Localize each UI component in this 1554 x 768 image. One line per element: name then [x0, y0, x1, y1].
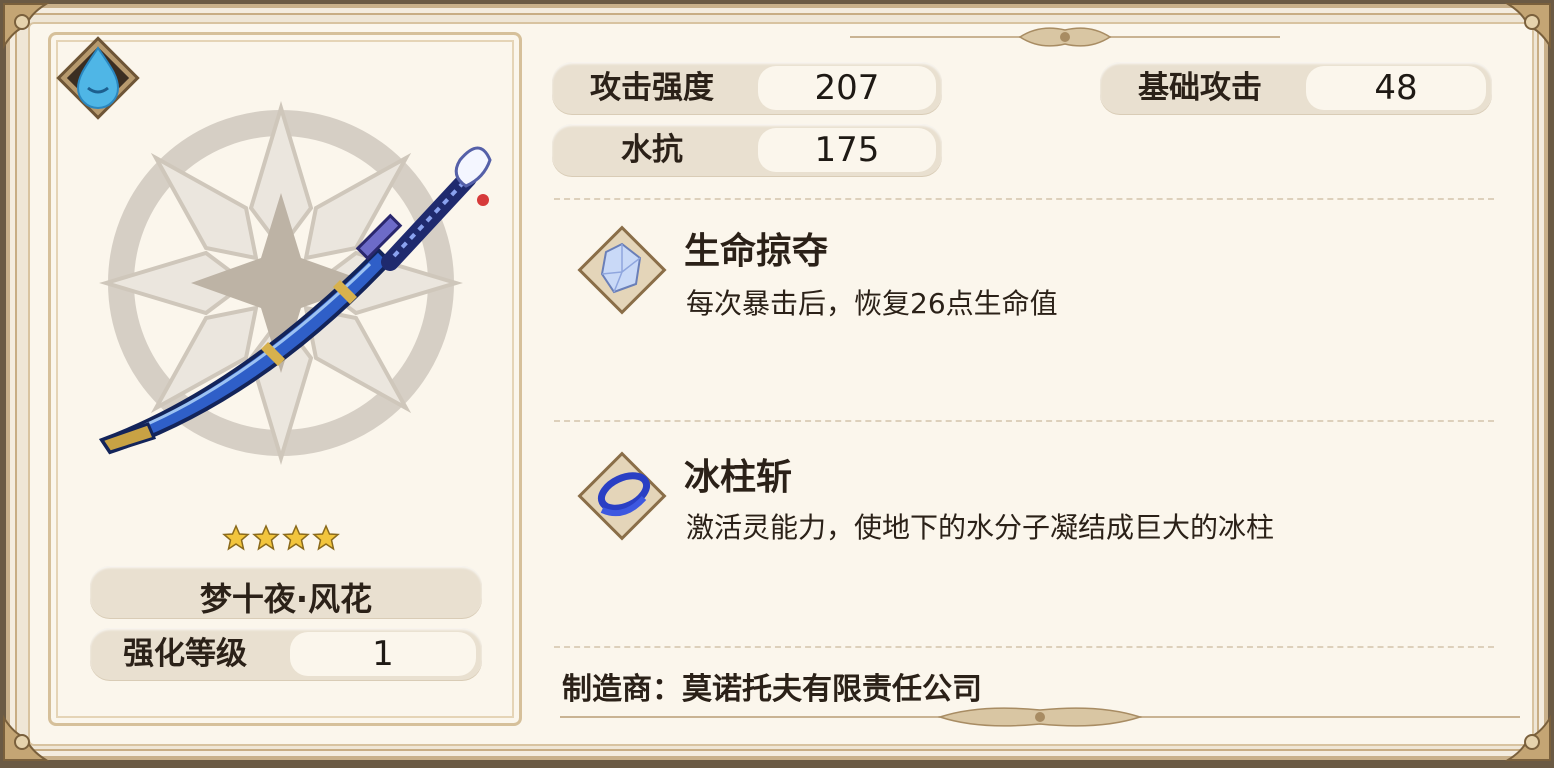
base-attack-value: 48 — [1374, 68, 1418, 108]
enhance-level-pill: 强化等级 1 — [90, 628, 482, 680]
base-attack-stat-pill: 基础攻击 48 — [1100, 62, 1492, 114]
weapon-name-pill: 梦十夜·风花 — [90, 566, 482, 618]
star-icon — [282, 524, 310, 551]
skill-2-title: 冰柱斩 — [684, 457, 793, 498]
attack-value: 207 — [814, 68, 880, 108]
manufacturer-text: 制造商：莫诺托夫有限责任公司 — [562, 672, 982, 702]
enhance-level-value-box: 1 — [290, 632, 476, 676]
divider — [554, 420, 1494, 422]
skill-2-desc: 激活灵能力，使地下的水分子凝结成巨大的冰柱 — [686, 511, 1275, 544]
crystal-icon — [577, 225, 667, 315]
skill-1-desc: 每次暴击后，恢复26点生命值 — [686, 287, 1058, 320]
water-res-stat-pill: 水抗 175 — [552, 124, 942, 176]
water-res-label: 水抗 — [621, 132, 683, 168]
header-flourish — [850, 27, 1280, 47]
base-attack-label: 基础攻击 — [1138, 70, 1262, 106]
water-res-value: 175 — [814, 130, 880, 170]
divider — [554, 646, 1494, 648]
attack-value-box: 207 — [758, 66, 936, 110]
water-res-value-box: 175 — [758, 128, 936, 172]
attack-stat-pill: 攻击强度 207 — [552, 62, 942, 114]
skill-1-title: 生命掠夺 — [684, 231, 829, 272]
attack-label: 攻击强度 — [590, 70, 714, 106]
blue-swirl-icon — [577, 451, 667, 541]
divider — [554, 198, 1494, 200]
rarity-stars — [222, 524, 346, 554]
star-icon — [312, 524, 340, 551]
base-attack-value-box: 48 — [1306, 66, 1486, 110]
katana-weapon-image — [98, 146, 492, 455]
enhance-level-value: 1 — [372, 634, 394, 674]
footer-flourish — [560, 707, 1520, 727]
corner-ornament-top-right — [1484, 0, 1554, 70]
star-icon — [222, 524, 250, 551]
enhance-level-label: 强化等级 — [123, 636, 247, 672]
weapon-name: 梦十夜·风花 — [199, 580, 373, 618]
star-icon — [252, 524, 280, 551]
